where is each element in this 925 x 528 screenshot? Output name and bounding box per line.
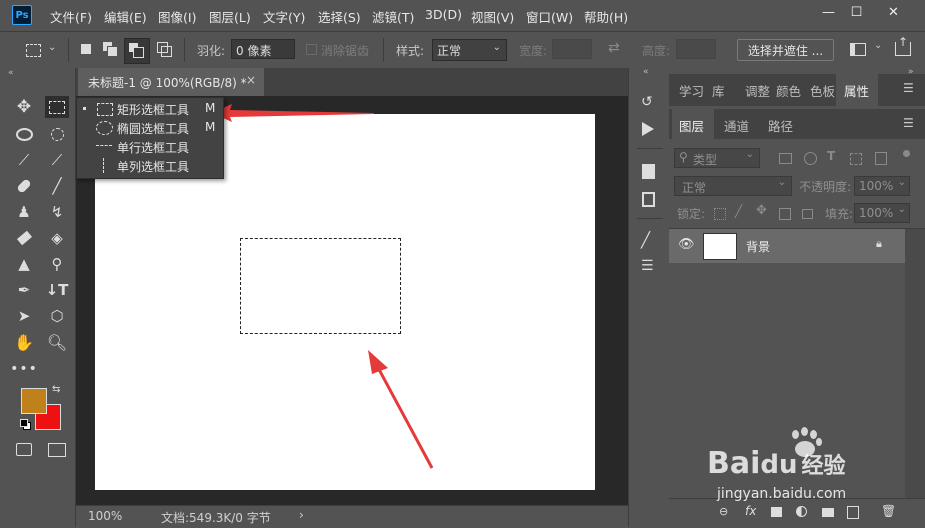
tab-channels[interactable]: 通道 [724,116,749,135]
arrow-to-selection [368,350,434,469]
active-bullet-icon [83,107,86,110]
opacity-input[interactable]: 100% ⌄ [854,176,910,196]
eye-icon[interactable]: 👁︎ [678,237,695,252]
fill-input[interactable]: 100% ⌄ [854,203,910,223]
baidu-jingyan-watermark: Baidu 经验 jingyan.baidu.com [707,427,887,518]
status-bar: 100% 文档:549.3K/0 字节 › [76,505,628,528]
lock-artboard-icon[interactable] [779,208,791,220]
watermark-brand: Bai [707,446,761,481]
flyout-shortcut: M [205,101,216,115]
tab-adjustments[interactable]: 调整 [745,81,770,100]
flyout-item-label: 单列选框工具 [117,160,190,174]
flyout-shortcut: M [205,120,216,134]
tab-library[interactable]: 库 [712,81,725,100]
divider [637,148,663,149]
filter-adjustment-icon[interactable] [804,152,817,165]
lock-label: 锁定: [677,207,706,221]
lock-position-icon[interactable]: ✥ [756,203,767,218]
flyout-item-rect-marquee[interactable]: 矩形选框工具 M [77,99,223,118]
lock-image-icon[interactable]: ╱ [735,204,742,218]
brush-settings-icon[interactable]: ╱ [641,231,650,249]
flyout-item-label: 单行选框工具 [117,141,190,155]
filter-pixel-icon[interactable] [779,153,792,164]
layer-name[interactable]: 背景 [746,238,770,255]
layers-panel-menu-icon[interactable]: ☰ [903,116,914,130]
chevron-down-icon: ⌄ [745,149,754,160]
filter-toggle-icon[interactable] [903,150,910,157]
flyout-item-single-row-marquee[interactable]: 单行选框工具 [77,137,223,156]
glyphs-panel-icon[interactable] [642,164,655,179]
tab-swatches[interactable]: 色板 [810,81,835,100]
fill-label: 填充: [825,207,854,221]
adjustments-panel-icon[interactable]: ☰ [641,258,654,274]
panel-icon-strip: « ↺ ╱ ☰ [628,67,670,527]
layer-thumbnail [703,233,737,260]
chevron-down-icon: ⌄ [897,177,906,188]
lock-all-icon[interactable] [802,209,813,219]
chevron-down-icon: ⌄ [777,177,786,188]
flyout-item-single-column-marquee[interactable]: 单列选框工具 [77,156,223,175]
search-icon: ⚲ [679,150,688,164]
collapse-strip-icon[interactable]: « [643,67,649,77]
panel-menu-icon[interactable]: ☰ [903,81,914,95]
paragraph-panel-icon[interactable] [642,192,655,207]
filter-type-icon[interactable]: T [827,149,835,163]
rect-marquee-icon [97,103,113,116]
lock-transparent-icon[interactable] [714,208,726,220]
tab-layers[interactable]: 图层 [679,116,704,135]
filter-smart-object-icon[interactable] [875,152,887,165]
actions-panel-icon[interactable] [642,122,654,136]
document-info: 文档:549.3K/0 字节 [161,511,271,525]
tab-paths[interactable]: 路径 [768,116,793,135]
lock-icon: 🔒︎ [876,237,882,250]
opacity-label: 不透明度: [799,180,852,194]
elliptical-marquee-icon [96,121,113,135]
divider [637,218,663,219]
layer-row[interactable]: 👁︎ 背景 🔒︎ [669,229,905,263]
arrow-to-flyout [212,104,374,122]
tab-learn[interactable]: 学习 [679,81,704,100]
flyout-item-label: 椭圆选框工具 [117,122,190,136]
tab-color[interactable]: 颜色 [776,81,801,100]
single-row-marquee-icon [96,145,112,146]
flyout-item-elliptical-marquee[interactable]: 椭圆选框工具 M [77,118,223,137]
marquee-tool-flyout: 矩形选框工具 M 椭圆选框工具 M 单行选框工具 单列选框工具 [76,97,224,179]
watermark-url: jingyan.baidu.com [717,486,847,502]
watermark-brand-du: du [760,450,798,480]
single-column-marquee-icon [103,158,104,173]
watermark-cn: 经验 [801,454,846,479]
chevron-down-icon: ⌄ [897,204,906,215]
layers-scrollbar[interactable] [905,229,925,499]
flyout-item-label: 矩形选框工具 [117,103,190,117]
tab-properties[interactable]: 属性 [844,81,869,100]
blend-mode-select[interactable]: 正常 ⌄ [674,176,792,196]
status-menu-arrow-icon[interactable]: › [299,508,304,522]
history-panel-icon[interactable]: ↺ [641,94,656,110]
zoom-level[interactable]: 100% [88,509,122,523]
layer-filter-select[interactable]: ⚲ 类型 ⌄ [674,148,760,168]
filter-shape-icon[interactable] [850,153,862,165]
